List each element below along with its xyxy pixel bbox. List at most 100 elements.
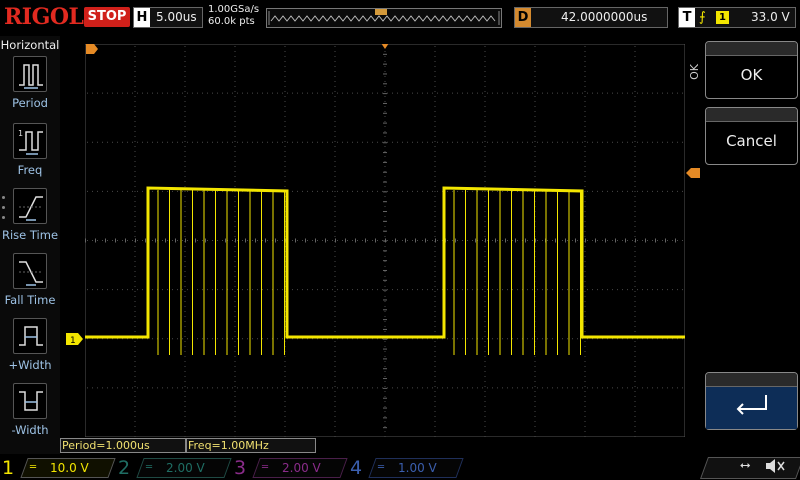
period-measurement[interactable]: Period=1.000us (60, 438, 186, 453)
grid-dot (282, 92, 283, 94)
grid-dot (334, 171, 336, 172)
grid-dot (467, 289, 468, 291)
grid-dot (407, 240, 408, 241)
grid-dot (92, 387, 93, 389)
grid-dot (434, 371, 436, 372)
channel-1[interactable]: 1 ═ 10.0 V (0, 457, 116, 479)
grid-dot (284, 76, 286, 77)
channel-3[interactable]: 3 ═ 2.00 V (232, 457, 348, 479)
grid-dot (592, 289, 593, 291)
grid-dot (284, 166, 286, 167)
grid-dot (134, 106, 136, 107)
ok-button[interactable]: OK (705, 41, 798, 99)
grid-dot (92, 240, 93, 241)
grid-dot (234, 421, 236, 422)
grid-dot (584, 151, 586, 152)
grid-dot (297, 141, 298, 143)
grid-dot (177, 92, 178, 94)
grid-dot (484, 301, 486, 302)
grid-dot (334, 196, 336, 197)
grid-dot (534, 431, 536, 432)
grid-dot (284, 186, 286, 187)
grid-dot (427, 240, 428, 241)
grid-dot (484, 291, 486, 292)
grid-dot (384, 131, 386, 132)
grid-dot (262, 338, 263, 340)
cancel-button[interactable]: Cancel (705, 107, 798, 165)
grid-dot (442, 92, 443, 94)
menu-item-positive-width[interactable]: +Width (0, 318, 60, 378)
menu-item-rise-time[interactable]: Rise Time (0, 188, 60, 248)
menu-item-negative-width[interactable]: -Width (0, 383, 60, 443)
grid-dot (182, 289, 183, 291)
axis-tick (375, 238, 376, 243)
grid-dot (247, 240, 248, 241)
grid-dot (467, 92, 468, 94)
freq-measurement[interactable]: Freq=1.00MHz (186, 438, 316, 453)
axis-tick (383, 63, 387, 65)
grid-dot (534, 121, 536, 122)
grid-dot (534, 426, 536, 427)
trigger-box[interactable]: T ⨍ 1 33.0 V (678, 7, 796, 28)
grid-dot (117, 92, 118, 94)
delay-box[interactable]: D 42.0000000us (514, 7, 668, 28)
grid-dot (652, 141, 653, 143)
run-stop-indicator[interactable]: STOP (84, 7, 130, 27)
grid-dot (384, 61, 386, 62)
grid-dot (484, 146, 486, 147)
menu-item-fall-time[interactable]: Fall Time (0, 253, 60, 313)
menu-item-freq[interactable]: 1 Freq (0, 123, 60, 183)
enter-button-body (706, 387, 797, 429)
grid-dot (387, 190, 388, 192)
grid-dot (584, 371, 586, 372)
grid-dot (512, 240, 513, 241)
menu-item-period[interactable]: Period (0, 56, 60, 116)
channel-2[interactable]: 2 ═ 2.00 V (116, 457, 232, 479)
speaker-muted-icon[interactable] (764, 457, 786, 475)
grid-dot (434, 126, 436, 127)
axis-tick (85, 238, 86, 243)
grid-dot (634, 106, 636, 107)
timebase-box[interactable]: H 5.00us (133, 7, 203, 28)
grid-dot (284, 371, 286, 372)
grid-dot (257, 289, 258, 291)
axis-tick (435, 238, 436, 243)
grid-dot (587, 240, 588, 241)
grid-dot (297, 387, 298, 389)
grid-dot (292, 141, 293, 143)
grid-dot (184, 416, 186, 417)
grid-dot (337, 289, 338, 291)
grid-dot (634, 281, 636, 282)
rise-time-icon (13, 188, 47, 224)
grid-dot (437, 190, 438, 192)
axis-tick (625, 238, 626, 243)
grid-dot (434, 251, 436, 252)
grid-dot (97, 387, 98, 389)
grid-dot (487, 141, 488, 143)
waveform-display[interactable] (85, 44, 685, 437)
grid-dot (437, 289, 438, 291)
grid-dot (484, 421, 486, 422)
grid-dot (234, 86, 236, 87)
channel-4[interactable]: 4 ═ 1.00 V (348, 457, 464, 479)
enter-button[interactable] (705, 372, 798, 430)
grid-dot (134, 86, 136, 87)
grid-dot (307, 141, 308, 143)
grid-dot (584, 416, 586, 417)
grid-dot (602, 289, 603, 291)
grid-dot (534, 186, 536, 187)
grid-dot (577, 289, 578, 291)
grid-dot (497, 141, 498, 143)
grid-dot (652, 240, 653, 241)
grid-dot (397, 289, 398, 291)
grid-dot (277, 92, 278, 94)
grid-dot (134, 271, 136, 272)
grid-dot (584, 166, 586, 167)
grid-dot (434, 351, 436, 352)
grid-dot (647, 387, 648, 389)
grid-dot (384, 266, 386, 267)
grid-dot (434, 66, 436, 67)
grid-dot (407, 141, 408, 143)
grid-dot (384, 296, 386, 297)
ch1-ground-marker[interactable]: 1 (66, 333, 84, 345)
